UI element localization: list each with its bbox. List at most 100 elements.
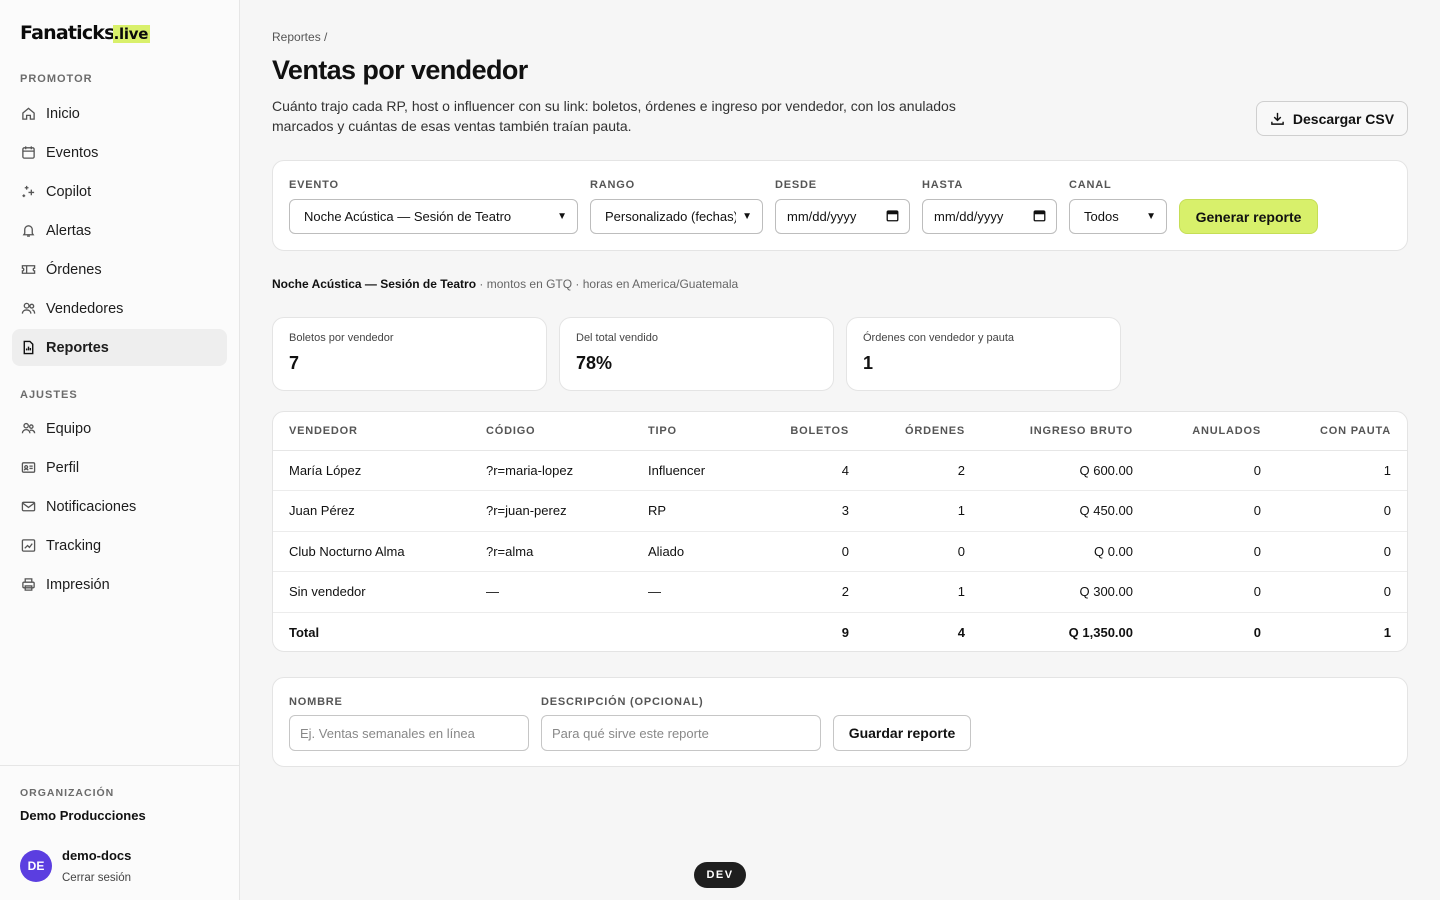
hasta-label: HASTA xyxy=(922,179,964,191)
rango-select[interactable]: Personalizado (fechas) ▼ xyxy=(590,199,763,234)
sidebar-item-label: Notificaciones xyxy=(46,498,137,515)
cell-tipo: Influencer xyxy=(648,450,748,491)
rango-value: Personalizado (fechas) xyxy=(605,209,737,224)
mail-icon xyxy=(20,499,36,515)
canal-value: Todos xyxy=(1084,209,1119,224)
chevron-down-icon: ▼ xyxy=(742,211,752,222)
brand-logo[interactable]: Fanaticks.live xyxy=(20,22,151,44)
sidebar-item-eventos[interactable]: Eventos xyxy=(12,134,227,171)
logout-link[interactable]: Cerrar sesión xyxy=(62,872,131,884)
sales-by-seller-table: VENDEDOR CÓDIGO TIPO BOLETOS ÓRDENES ING… xyxy=(273,412,1407,651)
sidebar-item-ordenes[interactable]: Órdenes xyxy=(12,251,227,288)
column-header[interactable]: VENDEDOR xyxy=(273,412,486,451)
cell-codigo: ?r=juan-perez xyxy=(486,490,648,532)
calendar-icon[interactable] xyxy=(886,209,899,225)
hasta-placeholder: mm/dd/yyyy xyxy=(934,209,1004,224)
description-label: DESCRIPCIÓN (OPCIONAL) xyxy=(541,696,704,708)
home-icon xyxy=(20,106,36,122)
sales-table-card: VENDEDOR CÓDIGO TIPO BOLETOS ÓRDENES ING… xyxy=(272,411,1408,652)
cell-con-pauta: 0 xyxy=(1261,490,1407,532)
users-icon xyxy=(20,301,36,317)
table-row[interactable]: María López ?r=maria-lopez Influencer 4 … xyxy=(273,450,1407,491)
cell-total-anulados: 0 xyxy=(1253,625,1261,640)
chevron-down-icon: ▼ xyxy=(557,211,567,222)
cell-ordenes: 1 xyxy=(849,490,965,532)
column-header[interactable]: BOLETOS xyxy=(748,412,849,451)
cell-total-ingreso: Q 1,350.00 xyxy=(1068,625,1133,640)
report-description-input[interactable]: Para qué sirve este reporte xyxy=(541,715,821,751)
table-row[interactable]: Club Nocturno Alma ?r=alma Aliado 0 0 Q … xyxy=(273,531,1407,572)
user-name: demo-docs xyxy=(62,848,132,863)
cell-codigo: ?r=alma xyxy=(486,531,648,572)
column-header[interactable]: TIPO xyxy=(648,412,748,451)
report-name-input[interactable]: Ej. Ventas semanales en línea xyxy=(289,715,529,751)
evento-select[interactable]: Noche Acústica — Sesión de Teatro ▼ xyxy=(289,199,578,234)
context-event: Noche Acústica — Sesión de Teatro xyxy=(272,277,477,291)
table-row[interactable]: Juan Pérez ?r=juan-perez RP 3 1 Q 450.00… xyxy=(273,490,1407,532)
cell-boletos: 0 xyxy=(748,531,849,572)
chevron-down-icon: ▼ xyxy=(1146,211,1156,222)
sidebar-item-label: Órdenes xyxy=(46,261,102,278)
breadcrumb[interactable]: Reportes / xyxy=(272,30,327,44)
chart-icon xyxy=(20,538,36,554)
evento-label: EVENTO xyxy=(289,179,339,191)
save-report-button[interactable]: Guardar reporte xyxy=(833,715,971,751)
sidebar-item-label: Eventos xyxy=(46,144,99,161)
cell-anulados: 0 xyxy=(1133,531,1261,572)
cell-total-boletos: 9 xyxy=(841,625,849,640)
sidebar-item-equipo[interactable]: Equipo xyxy=(12,410,227,447)
sidebar-item-label: Alertas xyxy=(46,222,92,239)
cell-ordenes: 2 xyxy=(849,450,965,491)
cell-tipo xyxy=(648,612,748,651)
column-header[interactable]: CON PAUTA xyxy=(1261,412,1407,451)
sidebar-item-copilot[interactable]: Copilot xyxy=(12,173,227,210)
sidebar-item-notificaciones[interactable]: Notificaciones xyxy=(12,488,227,525)
evento-value: Noche Acústica — Sesión de Teatro xyxy=(304,209,512,224)
desde-label: DESDE xyxy=(775,179,817,191)
sidebar-item-vendedores[interactable]: Vendedores xyxy=(12,290,227,327)
column-header[interactable]: CÓDIGO xyxy=(486,412,648,451)
cell-tipo: RP xyxy=(648,490,748,532)
filters-card: EVENTO Noche Acústica — Sesión de Teatro… xyxy=(272,160,1408,251)
calendar-icon[interactable] xyxy=(1033,209,1046,225)
metric-value: 78% xyxy=(576,353,613,373)
section-label-promotor: PROMOTOR xyxy=(20,73,93,85)
sidebar-footer: ORGANIZACIÓN Demo Producciones DE demo-d… xyxy=(0,765,239,900)
sidebar-item-inicio[interactable]: Inicio xyxy=(12,95,227,132)
dev-badge[interactable]: DEV xyxy=(694,862,746,888)
cell-boletos: 3 xyxy=(748,490,849,532)
sidebar-item-alertas[interactable]: Alertas xyxy=(12,212,227,249)
hasta-date-input[interactable]: mm/dd/yyyy xyxy=(922,199,1057,234)
metric-label: Boletos por vendedor xyxy=(289,332,394,344)
rango-label: RANGO xyxy=(590,179,635,191)
metric-card-ordenes-pauta: Órdenes con vendedor y pauta 1 xyxy=(846,317,1121,391)
sparkle-icon xyxy=(20,184,36,200)
column-header[interactable]: ANULADOS xyxy=(1133,412,1261,451)
generate-report-button[interactable]: Generar reporte xyxy=(1179,199,1318,234)
cell-total-ordenes: 4 xyxy=(957,625,965,640)
cell-boletos: 2 xyxy=(748,571,849,613)
cell-tipo: Aliado xyxy=(648,531,748,572)
context-meta: · montos en GTQ · horas en America/Guate… xyxy=(476,277,739,291)
download-csv-button[interactable]: Descargar CSV xyxy=(1256,101,1408,136)
download-icon xyxy=(1270,111,1285,126)
brand-suffix: .live xyxy=(112,25,151,43)
org-name[interactable]: Demo Producciones xyxy=(20,808,146,823)
section-label-ajustes: AJUSTES xyxy=(20,389,78,401)
cell-vendedor: Juan Pérez xyxy=(273,490,486,532)
brand-name: Fanaticks xyxy=(20,22,115,44)
printer-icon xyxy=(20,577,36,593)
table-row[interactable]: Sin vendedor — — 2 1 Q 300.00 0 0 xyxy=(273,571,1407,613)
desde-placeholder: mm/dd/yyyy xyxy=(787,209,857,224)
sidebar-item-tracking[interactable]: Tracking xyxy=(12,527,227,564)
column-header[interactable]: INGRESO BRUTO xyxy=(965,412,1133,451)
column-header[interactable]: ÓRDENES xyxy=(849,412,965,451)
sidebar-item-reportes[interactable]: Reportes xyxy=(12,329,227,366)
canal-select[interactable]: Todos ▼ xyxy=(1069,199,1167,234)
sidebar-item-impresion[interactable]: Impresión xyxy=(12,566,227,603)
team-icon xyxy=(20,421,36,437)
cell-total-con-pauta: 1 xyxy=(1383,625,1391,640)
cell-vendedor: Club Nocturno Alma xyxy=(273,531,486,572)
desde-date-input[interactable]: mm/dd/yyyy xyxy=(775,199,910,234)
sidebar-item-perfil[interactable]: Perfil xyxy=(12,449,227,486)
